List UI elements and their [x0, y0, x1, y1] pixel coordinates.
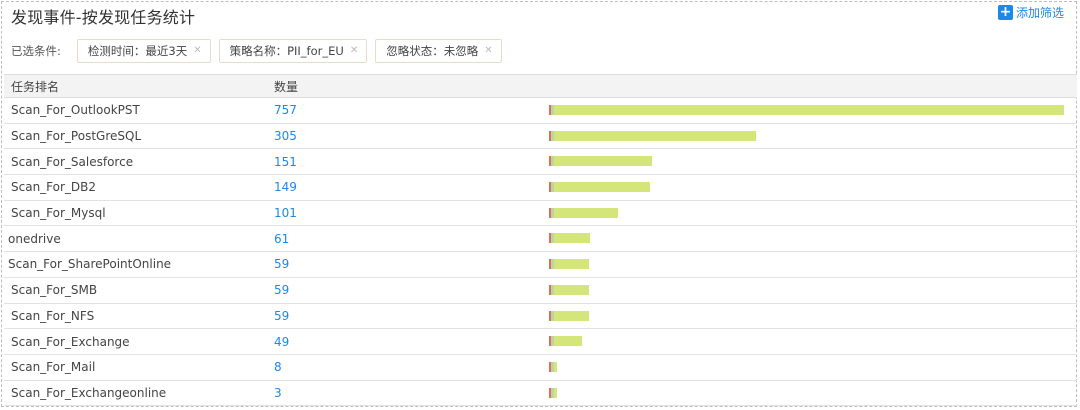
count-bar — [549, 207, 618, 218]
count-bar-cell — [542, 201, 1077, 226]
task-count-link[interactable]: 59 — [268, 283, 542, 297]
bar-segment — [551, 105, 554, 115]
count-bar — [549, 259, 589, 270]
count-bar — [549, 233, 590, 244]
plus-icon: + — [997, 4, 1013, 20]
bar-segment — [551, 156, 554, 167]
count-bar — [549, 361, 557, 372]
close-icon[interactable]: ✕ — [484, 43, 492, 59]
task-count-link[interactable]: 8 — [268, 360, 542, 374]
bar-segment — [551, 259, 554, 270]
add-filter-button[interactable]: + 添加筛选 — [997, 4, 1064, 21]
table-row[interactable]: Scan_For_SMB 59 — [4, 278, 1077, 304]
task-name: Scan_For_SharePointOnline — [8, 257, 172, 272]
count-bar-cell — [542, 329, 1077, 354]
task-count-link[interactable]: 61 — [268, 232, 542, 246]
filter-chip-text: 检测时间：最近3天 — [87, 44, 188, 58]
count-bar — [549, 130, 756, 141]
count-bar-cell — [542, 355, 1077, 380]
bar-segment — [551, 182, 554, 193]
column-header-count[interactable]: 数量 — [268, 78, 538, 95]
count-bar — [549, 387, 557, 398]
task-stats-table: 任务排名 数量 Scan_For_OutlookPST 757 Scan_For_P… — [4, 74, 1077, 407]
table-row[interactable]: Scan_For_Salesforce 151 — [4, 149, 1077, 176]
bar-segment — [551, 336, 554, 347]
task-name: Scan_For_PostGreSQL — [11, 129, 142, 144]
table-row[interactable]: onedrive 61 — [4, 226, 1077, 253]
count-bar — [549, 336, 582, 347]
table-row[interactable]: Scan_For_NFS 59 — [4, 304, 1077, 330]
task-name: Scan_For_OutlookPST — [11, 103, 140, 118]
table-row[interactable]: Scan_For_Exchangeonline 3 — [4, 381, 1077, 407]
filter-chip-ignore-status[interactable]: 忽略状态：未忽略 ✕ — [375, 39, 502, 63]
task-count-link[interactable]: 757 — [268, 103, 542, 117]
filter-bar-label: 已选条件: — [11, 44, 61, 58]
filter-bar: 已选条件: 检测时间：最近3天 ✕ 策略名称：PII_for_EU ✕ 忽略状态… — [11, 39, 502, 63]
task-name: Scan_For_NFS — [11, 308, 95, 323]
table-row[interactable]: Scan_For_Mysql 101 — [4, 201, 1077, 227]
task-name: onedrive — [8, 231, 61, 246]
count-bar-cell — [542, 304, 1077, 329]
count-bar-cell — [542, 149, 1077, 174]
table-row[interactable]: Scan_For_Exchange 49 — [4, 329, 1077, 355]
count-bar-cell — [542, 98, 1077, 123]
bar-segment — [551, 361, 554, 372]
filter-chip-text: 忽略状态：未忽略 — [386, 44, 479, 58]
count-bar-cell — [542, 252, 1077, 277]
count-bar — [549, 310, 589, 321]
table-row[interactable]: Scan_For_OutlookPST 757 — [4, 98, 1077, 124]
table-row[interactable]: Scan_For_SharePointOnline 59 — [4, 252, 1077, 278]
task-name: Scan_For_SMB — [11, 283, 98, 298]
count-bar — [549, 284, 589, 295]
task-name: Scan_For_Exchangeonline — [11, 385, 167, 400]
task-name: Scan_For_Mail — [11, 360, 96, 375]
task-count-link[interactable]: 3 — [268, 386, 542, 400]
panel-frame: 发现事件-按发现任务统计 + 添加筛选 已选条件: 检测时间：最近3天 ✕ 策略… — [1, 1, 1077, 407]
close-icon[interactable]: ✕ — [350, 43, 358, 59]
table-row[interactable]: Scan_For_Mail 8 — [4, 355, 1077, 381]
task-count-link[interactable]: 49 — [268, 335, 542, 349]
count-bar — [549, 156, 652, 167]
add-filter-label: 添加筛选 — [1015, 6, 1064, 20]
filter-chip-policy[interactable]: 策略名称：PII_for_EU ✕ — [218, 39, 368, 63]
table-body: Scan_For_OutlookPST 757 Scan_For_PostGreSQ… — [4, 98, 1077, 407]
filter-chip-time[interactable]: 检测时间：最近3天 ✕ — [76, 39, 211, 63]
column-header-task-rank[interactable]: 任务排名 — [4, 78, 268, 95]
task-count-link[interactable]: 59 — [268, 309, 542, 323]
page-title: 发现事件-按发现任务统计 — [11, 8, 196, 27]
filter-chip-text: 策略名称：PII_for_EU — [229, 44, 344, 58]
bar-segment — [551, 233, 554, 244]
table-header: 任务排名 数量 — [4, 74, 1077, 98]
table-row[interactable]: Scan_For_PostGreSQL 305 — [4, 124, 1077, 150]
bar-segment — [551, 310, 554, 321]
task-name: Scan_For_Exchange — [11, 334, 130, 349]
task-count-link[interactable]: 59 — [268, 257, 542, 271]
count-bar-cell — [542, 381, 1077, 406]
bar-segment — [551, 207, 554, 218]
table-row[interactable]: Scan_For_DB2 149 — [4, 175, 1077, 201]
count-bar-cell — [542, 124, 1077, 149]
bar-segment — [551, 284, 554, 295]
bar-segment — [551, 130, 554, 141]
count-bar-cell — [542, 278, 1077, 303]
close-icon[interactable]: ✕ — [193, 43, 201, 59]
count-bar-cell — [542, 226, 1077, 251]
count-bar — [549, 182, 650, 193]
task-name: Scan_For_Mysql — [11, 206, 106, 221]
count-bar — [549, 105, 1064, 115]
count-bar-cell — [542, 175, 1077, 200]
task-count-link[interactable]: 149 — [268, 180, 542, 194]
task-count-link[interactable]: 151 — [268, 155, 542, 169]
bar-segment — [551, 387, 554, 398]
task-count-link[interactable]: 305 — [268, 129, 542, 143]
task-name: Scan_For_Salesforce — [11, 154, 134, 169]
task-name: Scan_For_DB2 — [11, 180, 97, 195]
task-count-link[interactable]: 101 — [268, 206, 542, 220]
